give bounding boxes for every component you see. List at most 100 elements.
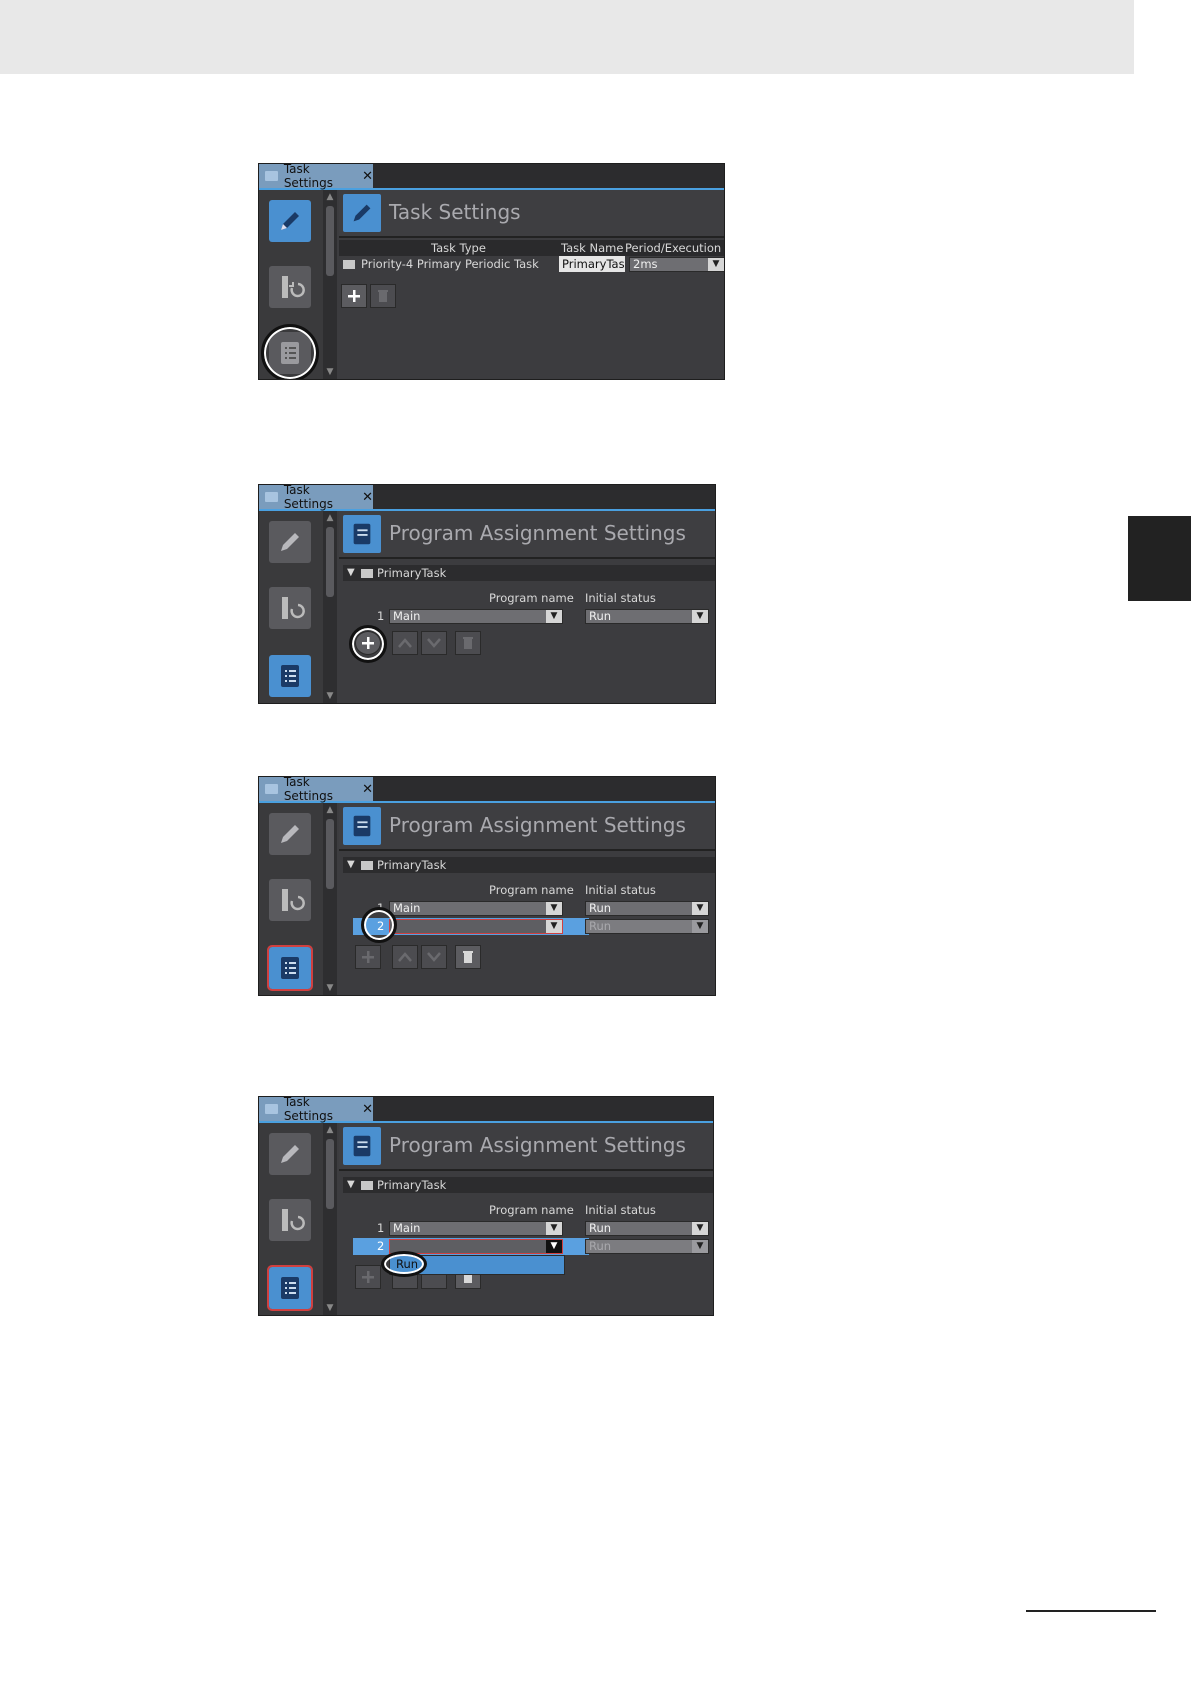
- col-period: Period/Execution C: [625, 241, 725, 255]
- status-value: Run: [589, 1239, 612, 1253]
- chevron-down-icon[interactable]: ▼: [546, 902, 562, 915]
- program-assignment-button[interactable]: [269, 655, 311, 697]
- add-button[interactable]: [355, 945, 381, 969]
- tab-label: Task Settings: [283, 1096, 334, 1123]
- expand-triangle-icon[interactable]: ▼: [347, 1177, 355, 1193]
- title-bar: Program Assignment Settings: [339, 511, 715, 559]
- row-number: 1: [377, 609, 385, 623]
- callout-circle: [361, 907, 397, 943]
- program-select[interactable]: Main ▼: [389, 1221, 563, 1236]
- program-assignment-button[interactable]: [267, 945, 313, 991]
- left-rail: [259, 511, 324, 703]
- delete-button[interactable]: [455, 631, 481, 655]
- chevron-up-icon[interactable]: ▲: [325, 805, 335, 815]
- rail-scrollbar[interactable]: ▲ ▼: [323, 511, 337, 703]
- program-select[interactable]: Main ▼: [389, 609, 563, 624]
- io-settings-button[interactable]: [269, 266, 311, 308]
- close-icon[interactable]: ✕: [362, 782, 373, 797]
- io-settings-button[interactable]: [269, 587, 311, 629]
- tab-label: Task Settings: [283, 776, 334, 803]
- chevron-down-icon[interactable]: ▼: [692, 1222, 708, 1235]
- rail-scrollbar[interactable]: ▲ ▼: [323, 803, 337, 995]
- move-up-button[interactable]: [392, 631, 418, 655]
- trash-icon: [378, 290, 388, 302]
- group-header-primarytask[interactable]: ▼ PrimaryTask: [343, 565, 715, 581]
- scroll-thumb[interactable]: [326, 819, 334, 889]
- add-button[interactable]: [341, 284, 367, 308]
- move-up-button[interactable]: [392, 945, 418, 969]
- folder-icon: [361, 861, 373, 870]
- chevron-down-icon[interactable]: ▼: [546, 1240, 562, 1253]
- chapter-side-tab: [1128, 516, 1191, 601]
- tab-task-settings[interactable]: Task Settings ✕: [259, 1096, 373, 1123]
- chevron-up-icon[interactable]: ▲: [325, 1125, 335, 1135]
- status-select[interactable]: Run ▼: [585, 1221, 709, 1236]
- task-name-field[interactable]: PrimaryTask: [559, 256, 625, 272]
- close-icon[interactable]: ✕: [362, 169, 373, 184]
- title-bar: Program Assignment Settings: [339, 1123, 713, 1171]
- title-bar: Task Settings: [339, 190, 724, 238]
- rail-scrollbar[interactable]: ▲ ▼: [323, 190, 337, 379]
- scroll-thumb[interactable]: [326, 527, 334, 597]
- expand-triangle-icon[interactable]: ▼: [347, 565, 355, 581]
- chevron-down-icon[interactable]: ▼: [546, 1222, 562, 1235]
- task-settings-button[interactable]: [269, 813, 311, 855]
- scroll-thumb[interactable]: [326, 206, 334, 276]
- expand-triangle-icon[interactable]: ▼: [347, 857, 355, 873]
- chevron-up-icon[interactable]: ▲: [325, 513, 335, 523]
- move-down-button[interactable]: [421, 631, 447, 655]
- io-settings-button[interactable]: [269, 879, 311, 921]
- chevron-down-icon[interactable]: ▼: [546, 920, 562, 933]
- tab-task-settings[interactable]: Task Settings ✕: [259, 164, 373, 190]
- task-settings-button[interactable]: [269, 1133, 311, 1175]
- status-select[interactable]: Run ▼: [585, 609, 709, 624]
- status-select[interactable]: Run ▼: [585, 901, 709, 916]
- task-settings-button[interactable]: [269, 200, 311, 242]
- chevron-down-icon[interactable]: ▼: [692, 902, 708, 915]
- list-icon: [281, 665, 299, 687]
- list-icon: [343, 807, 381, 845]
- program-select[interactable]: ▼: [389, 919, 563, 934]
- program-value: Main: [393, 1221, 421, 1235]
- period-select[interactable]: 2ms ▼: [629, 257, 724, 272]
- chevron-down-icon[interactable]: ▼: [546, 610, 562, 623]
- chevron-up-icon[interactable]: ▲: [325, 192, 335, 202]
- task-settings-button[interactable]: [269, 521, 311, 563]
- group-header-primarytask[interactable]: ▼ PrimaryTask: [343, 1177, 713, 1193]
- tab-strip: Task Settings ✕: [259, 485, 715, 511]
- chevron-down-icon[interactable]: ▼: [325, 983, 335, 993]
- close-icon[interactable]: ✕: [362, 490, 373, 505]
- col-task-type: Task Type: [431, 241, 486, 255]
- page-title: Task Settings: [389, 200, 521, 224]
- pencil-icon: [281, 212, 299, 230]
- rail-scrollbar[interactable]: ▲ ▼: [323, 1123, 337, 1315]
- delete-button[interactable]: [455, 945, 481, 969]
- status-select[interactable]: Run ▼: [585, 1239, 709, 1254]
- chevron-down-icon[interactable]: ▼: [692, 920, 708, 933]
- tab-task-settings[interactable]: Task Settings ✕: [259, 776, 373, 803]
- tab-strip: Task Settings ✕: [259, 777, 715, 803]
- chevron-up-icon: [398, 952, 412, 962]
- group-header-primarytask[interactable]: ▼ PrimaryTask: [343, 857, 715, 873]
- io-settings-button[interactable]: [269, 1199, 311, 1241]
- program-select[interactable]: Main ▼: [389, 901, 563, 916]
- table-row[interactable]: Priority-4 Primary Periodic Task Primary…: [339, 256, 724, 272]
- tab-task-settings[interactable]: Task Settings ✕: [259, 485, 373, 511]
- chevron-down-icon[interactable]: ▼: [708, 258, 724, 271]
- program-assignment-button[interactable]: [267, 1265, 313, 1311]
- scroll-thumb[interactable]: [326, 1139, 334, 1209]
- pencil-icon: [281, 825, 299, 843]
- chevron-down-icon[interactable]: ▼: [692, 610, 708, 623]
- close-icon[interactable]: ✕: [362, 1102, 373, 1117]
- status-select[interactable]: Run ▼: [585, 919, 709, 934]
- chevron-down-icon[interactable]: ▼: [325, 1303, 335, 1313]
- chevron-down-icon[interactable]: ▼: [692, 1240, 708, 1253]
- chevron-down-icon[interactable]: ▼: [325, 367, 335, 377]
- chevron-down-icon[interactable]: ▼: [325, 691, 335, 701]
- move-down-button[interactable]: [421, 945, 447, 969]
- delete-button[interactable]: [370, 284, 396, 308]
- title-bar: Program Assignment Settings: [339, 803, 715, 851]
- screenshot-program-assignment-add: Task Settings ✕ ▲ ▼ Program Assignment S…: [258, 484, 716, 704]
- group-label: PrimaryTask: [377, 858, 447, 872]
- add-button[interactable]: [355, 1265, 381, 1289]
